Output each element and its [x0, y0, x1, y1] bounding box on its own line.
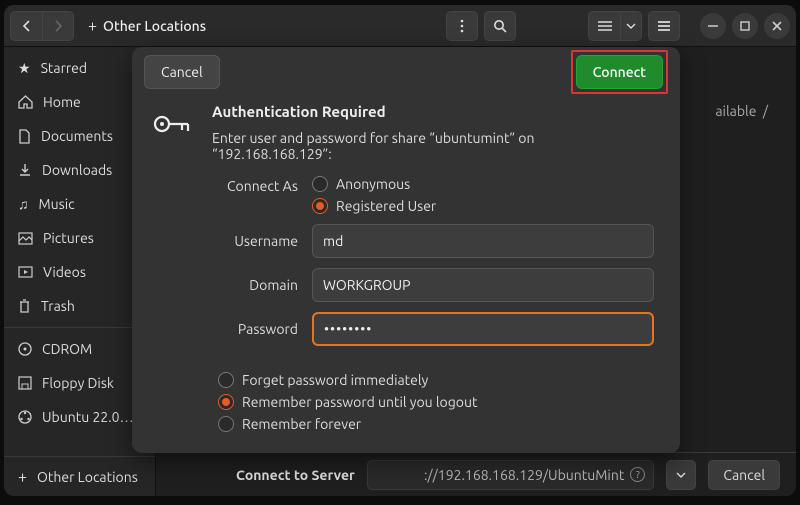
star-icon: ★	[18, 60, 31, 77]
radio-remember-forever[interactable]: Remember forever	[218, 416, 654, 432]
nav-forward-button[interactable]	[42, 11, 74, 41]
sidebar-item-label: Home	[43, 94, 81, 110]
document-icon	[18, 129, 31, 144]
sidebar-other-locations[interactable]: + Other Locations	[4, 456, 155, 496]
sidebar-item-label: Videos	[43, 264, 86, 280]
connect-label: Connect to Server	[236, 467, 355, 483]
sidebar-item-label: Trash	[41, 298, 75, 314]
sidebar-item-label: Music	[39, 196, 75, 212]
search-button[interactable]	[484, 11, 516, 41]
maximize-button[interactable]	[732, 13, 758, 39]
location-text: Other Locations	[103, 18, 206, 34]
dialog-title: Authentication Required	[212, 103, 654, 120]
key-icon	[152, 103, 196, 443]
home-icon	[18, 95, 33, 109]
radio-forget[interactable]: Forget password immediately	[218, 372, 654, 388]
download-icon	[18, 163, 32, 177]
view-list-button[interactable]	[588, 11, 620, 41]
sidebar-item-label: Pictures	[43, 230, 94, 246]
username-label: Username	[212, 233, 312, 249]
radio-anonymous[interactable]: Anonymous	[312, 176, 436, 192]
radio-icon	[218, 372, 234, 388]
dialog-subtitle: Enter user and password for share “ubunt…	[212, 130, 654, 162]
domain-input[interactable]: WORKGROUP	[312, 268, 654, 302]
hamburger-menu-button[interactable]	[648, 11, 680, 41]
radio-icon	[312, 198, 328, 214]
auth-dialog: Cancel Connect Authentication Required E…	[132, 47, 680, 453]
sidebar-item-label: Starred	[41, 60, 88, 76]
password-label: Password	[212, 321, 312, 337]
sidebar-item-label: Floppy Disk	[42, 375, 114, 391]
location-bar[interactable]: + Other Locations	[80, 11, 440, 41]
username-input[interactable]: md	[312, 224, 654, 258]
music-icon: ♫	[18, 196, 29, 212]
connect-cancel-button[interactable]: Cancel	[708, 460, 780, 490]
sidebar-item-label: Downloads	[42, 162, 112, 178]
server-address-text: ://192.168.168.129/UbuntuMint	[424, 467, 624, 483]
trash-icon	[18, 299, 31, 313]
sidebar-item-label: CDROM	[42, 341, 92, 357]
header-bar: + Other Locations	[4, 5, 796, 47]
picture-icon	[18, 232, 33, 245]
nav-back-button[interactable]	[10, 11, 42, 41]
connect-highlight: Connect	[571, 50, 668, 94]
video-icon	[18, 266, 33, 278]
radio-icon	[218, 416, 234, 432]
dialog-cancel-button[interactable]: Cancel	[144, 55, 220, 89]
dialog-connect-button[interactable]: Connect	[576, 55, 663, 89]
close-button[interactable]	[764, 13, 790, 39]
sidebar-item-label: Other Locations	[37, 469, 138, 485]
menu-button[interactable]	[446, 11, 478, 41]
connect-to-server-bar: Connect to Server ://192.168.168.129/Ubu…	[156, 452, 796, 496]
recent-servers-button[interactable]	[666, 460, 696, 490]
radio-remember-logout[interactable]: Remember password until you logout	[218, 394, 654, 410]
password-input[interactable]: ••••••••	[312, 312, 654, 346]
floppy-icon	[18, 376, 32, 390]
help-icon[interactable]: ?	[630, 467, 645, 482]
server-address-input[interactable]: ://192.168.168.129/UbuntuMint ?	[367, 460, 655, 490]
sidebar-item-label: Documents	[41, 128, 113, 144]
dialog-header: Cancel Connect	[132, 47, 680, 97]
domain-label: Domain	[212, 277, 312, 293]
radio-icon	[312, 176, 328, 192]
ubuntu-icon	[18, 410, 32, 424]
sidebar-item-label: Ubuntu 22.0…	[42, 409, 134, 425]
file-manager-window: + Other Locations ★ Starred Home Document…	[4, 5, 796, 496]
radio-registered[interactable]: Registered User	[312, 198, 436, 214]
available-text: ailable /	[715, 103, 768, 119]
minimize-button[interactable]	[700, 13, 726, 39]
plus-icon: +	[18, 468, 27, 486]
radio-icon	[218, 394, 234, 410]
view-dropdown-button[interactable]	[620, 11, 642, 41]
connect-as-label: Connect As	[212, 176, 312, 194]
plus-icon: +	[88, 17, 97, 35]
disc-icon	[18, 342, 32, 356]
